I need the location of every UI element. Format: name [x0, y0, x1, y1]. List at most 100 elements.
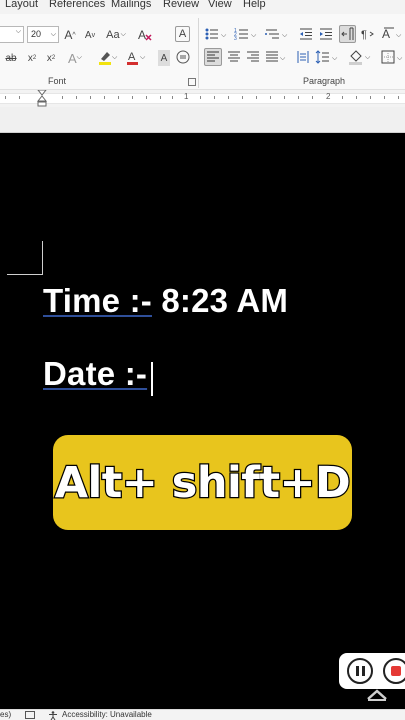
- ruler-tick: [172, 96, 173, 99]
- font-color-button[interactable]: A ⌵: [126, 49, 148, 65]
- svg-text:A: A: [382, 27, 390, 41]
- date-label: Date :-: [43, 355, 148, 392]
- ruler-number: 1: [184, 92, 189, 101]
- accessibility-status[interactable]: Accessibility: Unavailable: [62, 710, 152, 719]
- ruler-tick: [270, 96, 271, 99]
- collapse-handle-icon[interactable]: [366, 689, 388, 701]
- ruler-tick: [90, 96, 91, 99]
- ruler-track: [0, 93, 405, 104]
- rtl-direction-button[interactable]: [339, 25, 356, 43]
- svg-text:⌵: ⌵: [282, 32, 288, 39]
- shading-button[interactable]: ⌵: [348, 49, 374, 65]
- stop-button[interactable]: [383, 658, 405, 684]
- paragraph-group-label: Paragraph: [303, 76, 346, 86]
- date-line[interactable]: Date :-: [43, 355, 147, 393]
- tab-review[interactable]: Review: [163, 0, 199, 10]
- enclose-characters-button[interactable]: [175, 49, 191, 65]
- ruler-tick: [118, 96, 119, 99]
- character-border-button[interactable]: A: [175, 26, 190, 42]
- borders-button[interactable]: ⌵: [380, 49, 405, 65]
- text-effects-label: A: [68, 50, 77, 66]
- svg-text:⌵: ⌵: [140, 54, 146, 61]
- shortcut-text: Alt+ shift+D: [53, 456, 352, 509]
- svg-text:⌵: ⌵: [332, 55, 338, 62]
- asian-layout-button[interactable]: A ⌵: [381, 26, 405, 42]
- ruler-tick: [146, 96, 147, 99]
- font-color-icon: A ⌵: [127, 51, 146, 65]
- strikethrough-button[interactable]: ab: [4, 50, 18, 66]
- decrease-indent-button[interactable]: [298, 26, 314, 42]
- distributed-button[interactable]: [295, 49, 311, 65]
- ruler-tick: [242, 96, 243, 99]
- font-size-dropdown[interactable]: 20 ⌵: [27, 26, 59, 43]
- horizontal-ruler[interactable]: 1 2: [0, 90, 405, 107]
- ruler-tick: [298, 96, 299, 99]
- ruler-tick: [200, 96, 201, 99]
- chevron-down-icon: ⌵: [15, 28, 21, 35]
- clear-formatting-button[interactable]: A: [137, 27, 153, 43]
- tab-help[interactable]: Help: [243, 0, 266, 10]
- ruler-tick: [384, 96, 385, 99]
- ltr-direction-button[interactable]: ¶: [361, 26, 375, 42]
- pause-icon: [355, 666, 359, 676]
- font-group-label: Font: [48, 76, 67, 86]
- tab-view[interactable]: View: [208, 0, 232, 10]
- chevron-down-icon: ⌵: [50, 31, 56, 38]
- page-corner-mark: [7, 241, 43, 275]
- grow-font-label: A: [64, 28, 73, 42]
- align-right-button[interactable]: [245, 49, 261, 65]
- status-bar: es) Accessibility: Unavailable: [0, 709, 405, 720]
- document-page[interactable]: [0, 133, 405, 709]
- change-case-button[interactable]: Aa ⌵: [104, 27, 128, 43]
- time-line[interactable]: Time :- 8:23 AM: [43, 282, 288, 320]
- bullets-button[interactable]: ⌵: [204, 26, 230, 42]
- highlight-color-button[interactable]: ⌵: [96, 49, 120, 65]
- svg-text:⌵: ⌵: [112, 54, 118, 61]
- subscript-button[interactable]: x2: [25, 50, 39, 66]
- ribbon: ⌵ 20 ⌵ A ^ Av Aa ⌵ A A ab x2 x2 A ⌵ ⌵ A ⌵ A …: [0, 14, 405, 90]
- line-spacing-button[interactable]: ⌵: [315, 49, 341, 65]
- indent-marker-icon[interactable]: [37, 90, 47, 107]
- ruler-tick: [5, 96, 6, 99]
- ruler-number: 2: [326, 92, 331, 101]
- character-shading-button[interactable]: A: [158, 50, 170, 66]
- svg-text:⌵: ⌵: [280, 55, 286, 62]
- tab-layout[interactable]: Layout: [5, 0, 38, 10]
- distributed-icon: [297, 51, 309, 63]
- recording-controls: [339, 653, 405, 689]
- macro-icon[interactable]: [25, 711, 35, 719]
- svg-text:3: 3: [234, 36, 237, 41]
- svg-text:⌵: ⌵: [251, 32, 257, 39]
- shrink-font-label: A: [84, 29, 92, 41]
- font-dialog-launcher[interactable]: [188, 78, 196, 86]
- align-center-button[interactable]: [226, 49, 242, 65]
- font-name-dropdown[interactable]: ⌵: [0, 26, 24, 43]
- align-left-button[interactable]: [204, 48, 222, 66]
- tab-mailings[interactable]: Mailings: [111, 0, 151, 10]
- increase-indent-button[interactable]: [318, 26, 334, 42]
- justify-button[interactable]: ⌵: [264, 49, 288, 65]
- font-size-value: 20: [31, 29, 42, 39]
- ruler-tick: [284, 96, 285, 99]
- increase-indent-icon: [320, 28, 332, 40]
- shrink-font-button[interactable]: Av: [83, 27, 97, 43]
- accessibility-icon[interactable]: [48, 711, 59, 720]
- text-effects-button[interactable]: A ⌵: [65, 50, 85, 66]
- change-case-label: Aa: [106, 29, 120, 41]
- paragraph-mark-icon: ¶: [361, 29, 374, 41]
- multilevel-list-button[interactable]: ⌵: [265, 26, 291, 42]
- ruler-tick: [312, 96, 313, 99]
- pause-button[interactable]: [347, 658, 373, 684]
- ruler-tick: [19, 96, 20, 99]
- ruler-tick: [132, 96, 133, 99]
- numbering-button[interactable]: 1 2 3 ⌵: [234, 26, 260, 42]
- ruler-tick: [342, 96, 343, 99]
- superscript-button[interactable]: x2: [44, 50, 58, 66]
- svg-text:⌵: ⌵: [365, 54, 371, 61]
- text-cursor: [151, 362, 153, 396]
- tab-references[interactable]: References: [49, 0, 105, 10]
- grow-font-button[interactable]: A ^: [63, 27, 77, 43]
- svg-text:⌵: ⌵: [221, 32, 227, 39]
- ruler-tick: [62, 96, 63, 99]
- ruler-tick: [356, 96, 357, 99]
